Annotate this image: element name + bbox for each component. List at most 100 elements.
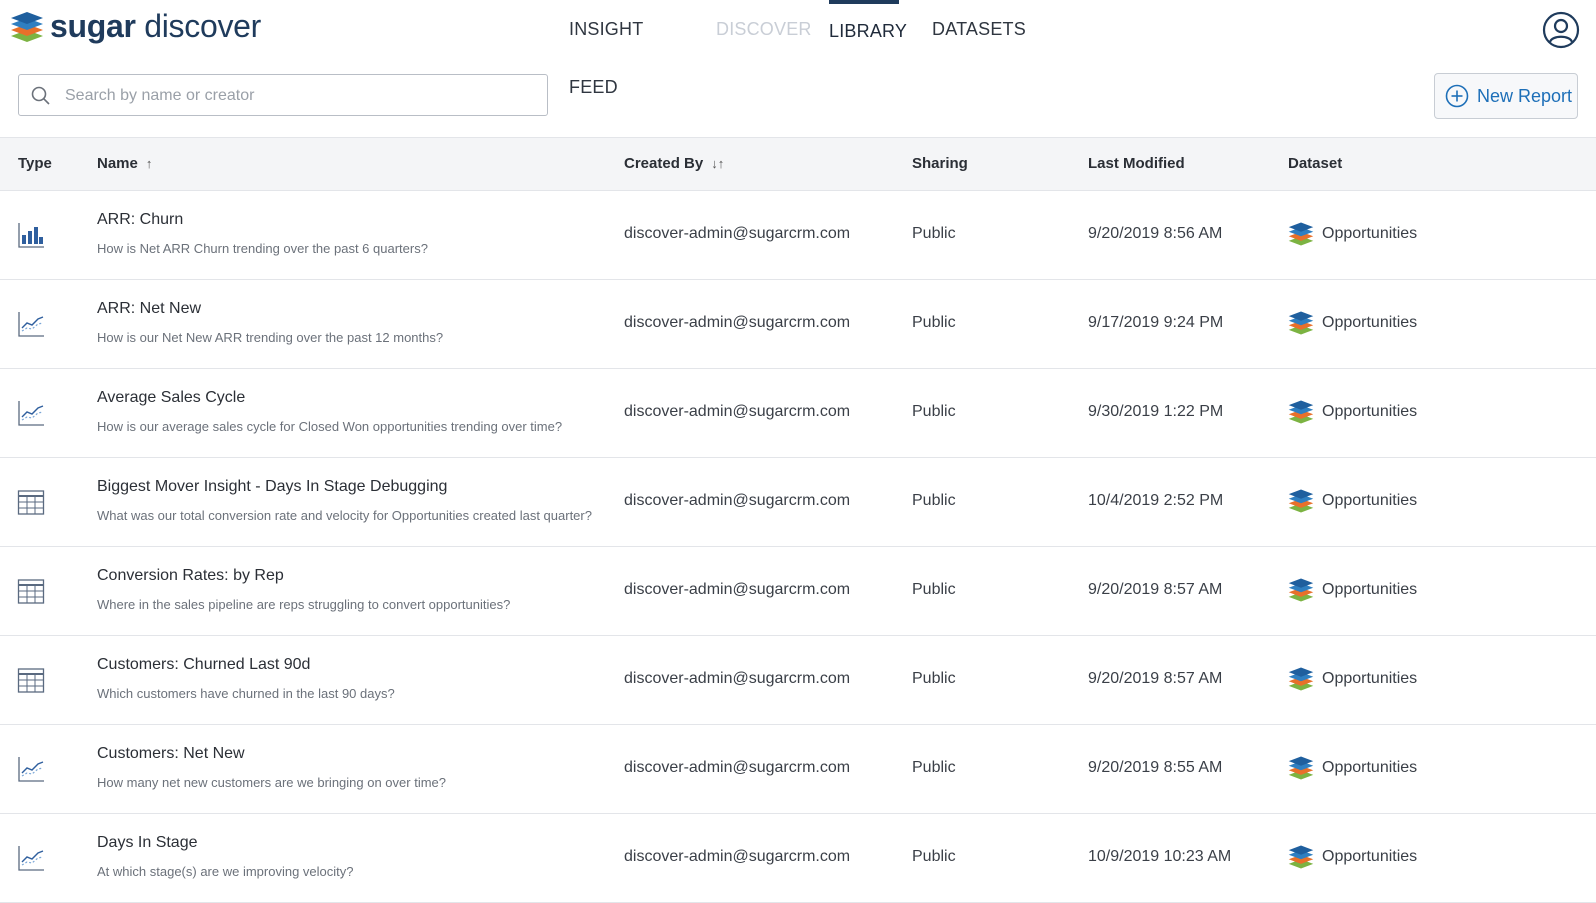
report-description: Which customers have churned in the last…: [97, 686, 395, 701]
sharing-cell: Public: [912, 759, 956, 776]
column-header-dataset[interactable]: Dataset: [1288, 138, 1342, 190]
search-icon: [31, 86, 50, 105]
column-header-created-by[interactable]: Created By ↓↑: [624, 138, 724, 190]
search-input[interactable]: [63, 75, 537, 117]
sharing-cell: Public: [912, 670, 956, 687]
report-name[interactable]: Customers: Net New: [97, 745, 245, 763]
logo-light-text: discover: [144, 8, 262, 44]
report-description: How is Net ARR Churn trending over the p…: [97, 241, 428, 256]
dataset-cell: Opportunities: [1288, 755, 1417, 781]
line-chart-icon: [18, 846, 44, 871]
table-body: ARR: Churn How is Net ARR Churn trending …: [0, 191, 1596, 903]
report-name[interactable]: ARR: Net New: [97, 300, 201, 318]
report-name[interactable]: Days In Stage: [97, 834, 198, 852]
dataset-name: Opportunities: [1322, 759, 1418, 776]
user-profile-icon[interactable]: [1542, 11, 1580, 49]
sharing-cell: Public: [912, 848, 956, 865]
sharing-cell: Public: [912, 492, 956, 509]
search-box: [18, 74, 548, 117]
table-icon: [17, 579, 45, 604]
plus-circle-icon: [1445, 84, 1469, 108]
dataset-layers-icon: [1288, 578, 1314, 602]
sharing-cell: Public: [912, 314, 956, 331]
created-by-cell: discover-admin@sugarcrm.com: [624, 670, 851, 687]
dataset-name: Opportunities: [1322, 581, 1418, 598]
dataset-cell: Opportunities: [1288, 844, 1417, 870]
dataset-layers-icon: [1288, 489, 1314, 513]
table-row[interactable]: ARR: Net New How is our Net New ARR trend…: [0, 280, 1596, 369]
report-description: Where in the sales pipeline are reps str…: [97, 597, 511, 612]
report-description: How many net new customers are we bringi…: [97, 775, 446, 790]
report-description: At which stage(s) are we improving veloc…: [97, 864, 354, 879]
last-modified-cell: 9/20/2019 8:55 AM: [1088, 759, 1223, 776]
report-name[interactable]: Biggest Mover Insight - Days In Stage De…: [97, 478, 447, 496]
column-header-sharing[interactable]: Sharing: [912, 138, 968, 190]
table-row[interactable]: Biggest Mover Insight - Days In Stage De…: [0, 458, 1596, 547]
created-by-cell: discover-admin@sugarcrm.com: [624, 225, 851, 242]
dataset-name: Opportunities: [1322, 848, 1418, 865]
dataset-cell: Opportunities: [1288, 488, 1417, 514]
dataset-name: Opportunities: [1322, 403, 1418, 420]
sharing-cell: Public: [912, 403, 956, 420]
report-name[interactable]: Average Sales Cycle: [97, 389, 245, 407]
last-modified-cell: 9/17/2019 9:24 PM: [1088, 314, 1224, 331]
sort-toggle-icon: ↓↑: [711, 156, 725, 171]
table-row[interactable]: Days In Stage At which stage(s) are we im…: [0, 814, 1596, 903]
dataset-layers-icon: [1288, 667, 1314, 691]
sharing-cell: Public: [912, 581, 956, 598]
logo-bold-text: sugar: [50, 8, 136, 44]
table-row[interactable]: Customers: Churned Last 90d Which custome…: [0, 636, 1596, 725]
column-header-name-label: Name: [97, 155, 138, 172]
new-report-button[interactable]: New Report: [1434, 73, 1578, 119]
sugar-logo-icon: [11, 11, 43, 42]
top-bar: sugar discover INSIGHT FEED DISCOVER LIB…: [0, 0, 1596, 97]
column-header-last-modified[interactable]: Last Modified: [1088, 138, 1185, 190]
app-logo[interactable]: sugar discover: [10, 8, 261, 45]
line-chart-icon: [18, 401, 44, 426]
dataset-name: Opportunities: [1322, 492, 1418, 509]
dataset-name: Opportunities: [1322, 225, 1418, 242]
line-chart-icon: [18, 312, 44, 337]
column-header-type[interactable]: Type: [18, 138, 52, 190]
dataset-cell: Opportunities: [1288, 577, 1417, 603]
report-name[interactable]: Conversion Rates: by Rep: [97, 567, 284, 585]
new-report-label: New Report: [1477, 85, 1573, 106]
dataset-layers-icon: [1288, 845, 1314, 869]
report-description: How is our average sales cycle for Close…: [97, 419, 563, 434]
nav-discover[interactable]: DISCOVER: [716, 0, 812, 58]
dataset-cell: Opportunities: [1288, 666, 1417, 692]
table-icon: [17, 668, 45, 693]
dataset-layers-icon: [1288, 756, 1314, 780]
report-name[interactable]: ARR: Churn: [97, 211, 183, 229]
created-by-cell: discover-admin@sugarcrm.com: [624, 492, 851, 509]
last-modified-cell: 9/20/2019 8:57 AM: [1088, 670, 1223, 687]
table-row[interactable]: Customers: Net New How many net new custo…: [0, 725, 1596, 814]
created-by-cell: discover-admin@sugarcrm.com: [624, 581, 851, 598]
table-row[interactable]: ARR: Churn How is Net ARR Churn trending …: [0, 191, 1596, 280]
created-by-cell: discover-admin@sugarcrm.com: [624, 848, 851, 865]
report-description: What was our total conversion rate and v…: [97, 508, 592, 523]
report-name[interactable]: Customers: Churned Last 90d: [97, 656, 310, 674]
table-header: Type Name ↑ Created By ↓↑ Sharing Last Mod…: [0, 137, 1596, 191]
nav-datasets[interactable]: DATASETS: [932, 0, 1026, 58]
reports-table: Type Name ↑ Created By ↓↑ Sharing Last Mod…: [0, 137, 1596, 903]
created-by-cell: discover-admin@sugarcrm.com: [624, 403, 851, 420]
sort-ascending-icon: ↑: [145, 156, 153, 171]
column-header-created-by-label: Created By: [624, 155, 704, 172]
dataset-layers-icon: [1288, 222, 1314, 246]
dataset-name: Opportunities: [1322, 670, 1418, 687]
sharing-cell: Public: [912, 225, 956, 242]
last-modified-cell: 10/9/2019 10:23 AM: [1088, 848, 1232, 865]
nav-library[interactable]: LIBRARY: [829, 0, 907, 62]
column-header-name[interactable]: Name ↑: [97, 138, 152, 190]
table-row[interactable]: Conversion Rates: by Rep Where in the sal…: [0, 547, 1596, 636]
table-row[interactable]: Average Sales Cycle How is our average sa…: [0, 369, 1596, 458]
table-icon: [17, 490, 45, 515]
last-modified-cell: 9/20/2019 8:56 AM: [1088, 225, 1223, 242]
nav-insight-feed[interactable]: INSIGHT FEED: [569, 0, 643, 97]
dataset-layers-icon: [1288, 311, 1314, 335]
dataset-cell: Opportunities: [1288, 310, 1417, 336]
dataset-name: Opportunities: [1322, 314, 1418, 331]
dataset-layers-icon: [1288, 400, 1314, 424]
last-modified-cell: 9/20/2019 8:57 AM: [1088, 581, 1223, 598]
